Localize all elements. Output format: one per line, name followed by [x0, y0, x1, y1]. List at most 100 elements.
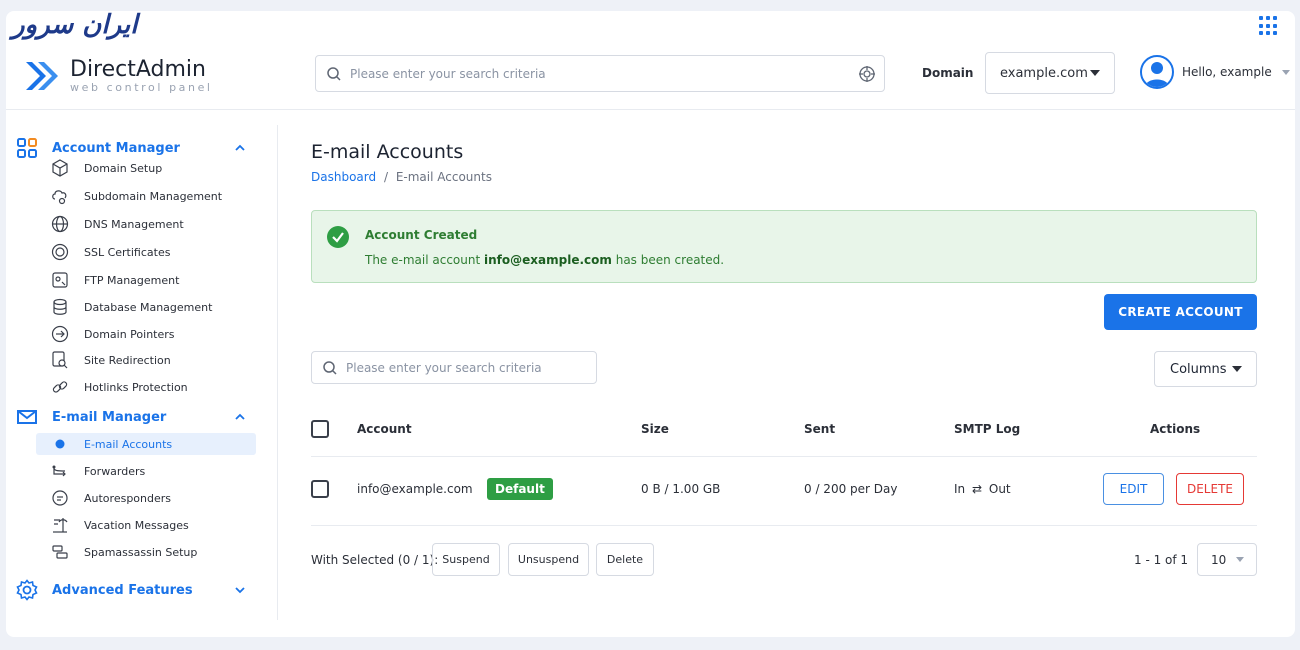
envelope-icon	[17, 410, 37, 424]
unsuspend-button[interactable]: Unsuspend	[508, 543, 589, 576]
global-search-placeholder: Please enter your search criteria	[350, 66, 546, 81]
suspend-button[interactable]: Suspend	[432, 543, 500, 576]
domain-select[interactable]: example.com	[985, 52, 1115, 94]
sidebar-item-email-accounts[interactable]: E-mail Accounts	[36, 433, 256, 455]
edit-button[interactable]: EDIT	[1103, 473, 1164, 505]
sidebar-item-label: Spamassassin Setup	[84, 545, 198, 559]
per-page-select[interactable]: 10	[1197, 543, 1257, 576]
column-header-sent[interactable]: Sent	[804, 422, 835, 436]
sidebar-item-domain-setup[interactable]: Domain Setup	[36, 157, 256, 179]
caret-down-icon	[1232, 366, 1242, 372]
apps-grid-icon[interactable]	[1259, 16, 1279, 36]
domain-setup-icon	[50, 158, 70, 178]
cell-account[interactable]: info@example.com	[357, 482, 473, 496]
header-divider	[6, 109, 1295, 110]
sidebar-item-site-redirection[interactable]: Site Redirection	[36, 349, 256, 371]
link-icon	[50, 377, 70, 397]
alert-title: Account Created	[365, 228, 478, 242]
columns-label: Columns	[1170, 361, 1227, 377]
sidebar-item-spamassassin-setup[interactable]: Spamassassin Setup	[36, 541, 256, 563]
delete-button[interactable]: DELETE	[1176, 473, 1244, 505]
smtp-out-label: Out	[988, 482, 1011, 496]
breadcrumb: Dashboard / E-mail Accounts	[311, 170, 492, 184]
table-search-input[interactable]: Please enter your search criteria	[311, 351, 597, 384]
cell-sent: 0 / 200 per Day	[804, 482, 898, 496]
database-icon	[50, 297, 70, 317]
sidebar-item-label: Autoresponders	[84, 491, 172, 505]
directadmin-logo[interactable]: DirectAdmin web control panel	[22, 56, 213, 96]
alert-message-email: info@example.com	[484, 253, 612, 267]
sidebar-item-forwarders[interactable]: Forwarders	[36, 460, 256, 482]
brand-logo: ایران سرور	[12, 10, 138, 40]
sidebar-item-label: Domain Setup	[84, 161, 163, 175]
sidebar-item-dns-management[interactable]: DNS Management	[36, 213, 256, 235]
redirect-icon	[50, 350, 70, 370]
cell-size: 0 B / 1.00 GB	[641, 482, 721, 496]
pointer-icon	[50, 324, 70, 344]
sidebar-section-advanced-features[interactable]: Advanced Features	[16, 579, 246, 601]
default-badge: Default	[487, 478, 553, 500]
sidebar-item-subdomain-management[interactable]: Subdomain Management	[36, 185, 256, 207]
sidebar-divider	[277, 125, 278, 620]
sidebar-item-label: DNS Management	[84, 217, 184, 231]
spam-icon	[50, 542, 70, 562]
sidebar-item-ssl-certificates[interactable]: SSL Certificates	[36, 241, 256, 263]
sidebar-item-label: Subdomain Management	[84, 189, 223, 203]
global-search-input[interactable]: Please enter your search criteria	[315, 55, 885, 92]
smtp-in-label: In	[954, 482, 966, 496]
chevron-down-icon[interactable]	[234, 584, 246, 596]
sidebar-item-domain-pointers[interactable]: Domain Pointers	[36, 323, 256, 345]
cell-smtp-log[interactable]: In ⇄ Out	[954, 482, 1011, 496]
table-search-placeholder: Please enter your search criteria	[346, 360, 542, 375]
sidebar-section-account-manager[interactable]: Account Manager	[16, 137, 246, 159]
sidebar-section-label: E-mail Manager	[52, 409, 167, 425]
select-all-checkbox[interactable]	[311, 420, 329, 438]
domain-label: Domain	[922, 66, 974, 80]
user-icon	[1145, 62, 1169, 87]
sidebar-item-vacation-messages[interactable]: Vacation Messages	[36, 514, 256, 536]
breadcrumb-home-link[interactable]: Dashboard	[311, 170, 376, 184]
chevron-up-icon[interactable]	[234, 411, 246, 423]
forward-icon	[50, 461, 70, 481]
target-icon[interactable]	[858, 65, 876, 83]
domain-select-value: example.com	[1000, 65, 1088, 81]
apps-icon	[17, 138, 37, 158]
bulk-delete-button[interactable]: Delete	[596, 543, 654, 576]
avatar	[1140, 55, 1174, 89]
gear-icon	[16, 579, 38, 601]
chevron-up-icon[interactable]	[234, 142, 246, 154]
table-divider	[311, 456, 1257, 457]
column-header-account[interactable]: Account	[357, 422, 412, 436]
with-selected-label: With Selected (0 / 1):	[311, 553, 439, 567]
sidebar-item-ftp-management[interactable]: FTP Management	[36, 269, 256, 291]
sidebar-section-email-manager[interactable]: E-mail Manager	[16, 406, 246, 428]
ftp-icon	[50, 270, 70, 290]
sidebar-item-label: Hotlinks Protection	[84, 380, 188, 394]
sidebar-item-label: Domain Pointers	[84, 327, 175, 341]
table-divider	[311, 525, 1257, 526]
sidebar-item-label: Site Redirection	[84, 353, 171, 367]
sidebar-item-autoresponders[interactable]: Autoresponders	[36, 487, 256, 509]
ssl-icon	[50, 242, 70, 262]
sidebar-item-label: Database Management	[84, 300, 213, 314]
sidebar-section-label: Advanced Features	[52, 582, 193, 598]
row-checkbox[interactable]	[311, 480, 329, 498]
create-account-button[interactable]: CREATE ACCOUNT	[1104, 294, 1257, 330]
alert-message-suffix: has been created.	[615, 253, 725, 267]
caret-down-icon	[1281, 69, 1290, 75]
sidebar-item-hotlinks-protection[interactable]: Hotlinks Protection	[36, 376, 256, 398]
sidebar-item-label: SSL Certificates	[84, 245, 171, 259]
check-circle-icon	[327, 226, 349, 248]
dot-icon	[50, 434, 70, 454]
column-header-smtp-log[interactable]: SMTP Log	[954, 422, 1020, 436]
user-menu[interactable]: Hello, example	[1140, 55, 1290, 89]
column-header-size[interactable]: Size	[641, 422, 669, 436]
alert-message-prefix: The e-mail account	[365, 253, 481, 267]
breadcrumb-separator: /	[383, 170, 388, 184]
app-subtitle: web control panel	[70, 81, 213, 94]
directadmin-arrow-icon	[26, 62, 58, 90]
column-header-actions: Actions	[1150, 422, 1201, 436]
chat-icon	[50, 488, 70, 508]
sidebar-item-database-management[interactable]: Database Management	[36, 296, 256, 318]
columns-dropdown[interactable]: Columns	[1154, 351, 1257, 387]
